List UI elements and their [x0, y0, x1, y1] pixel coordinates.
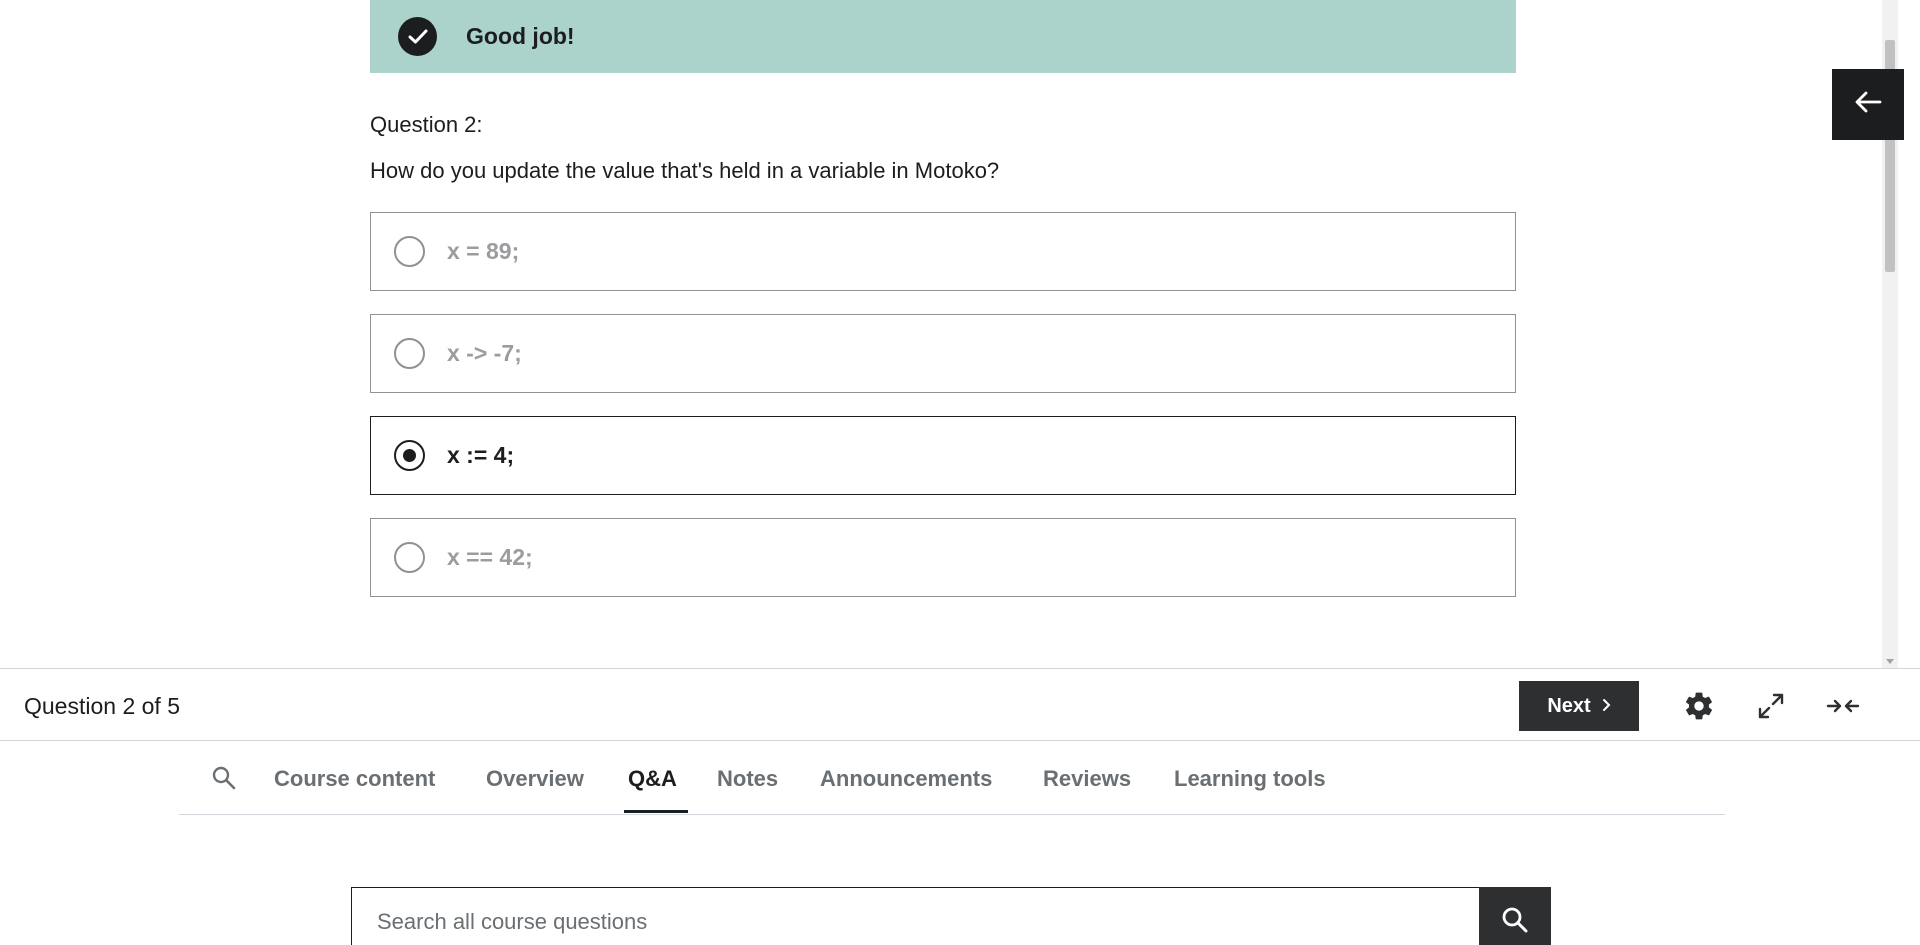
arrow-left-icon [1854, 90, 1882, 119]
tab-announcements[interactable]: Announcements [820, 766, 992, 792]
question-text: How do you update the value that's held … [370, 158, 1000, 183]
answer-label: x == 42; [447, 544, 533, 570]
answer-label: x -> -7; [447, 340, 522, 366]
radio-button[interactable] [394, 440, 425, 471]
answer-label: x = 89; [447, 238, 520, 264]
feedback-banner: Good job! [370, 0, 1516, 73]
gear-icon[interactable] [1680, 687, 1718, 725]
radio-button[interactable] [394, 542, 425, 573]
question-number: Question 2: [370, 112, 483, 137]
search-icon [1501, 906, 1529, 939]
active-tab-indicator [624, 810, 688, 813]
expand-icon[interactable] [1752, 687, 1790, 725]
check-icon [398, 17, 437, 56]
chevron-right-icon [1601, 695, 1611, 718]
qa-search-button[interactable] [1479, 887, 1551, 945]
answer-option-4[interactable]: x == 42; [370, 518, 1516, 597]
answer-option-3[interactable]: x := 4; [370, 416, 1516, 495]
radio-button[interactable] [394, 338, 425, 369]
tab-reviews[interactable]: Reviews [1043, 766, 1131, 792]
radio-button[interactable] [394, 236, 425, 267]
tab-course-content[interactable]: Course content [274, 766, 435, 792]
qa-search-box [351, 887, 1480, 945]
scroll-down-arrow[interactable] [1886, 659, 1894, 664]
tab-qa[interactable]: Q&A [628, 766, 677, 792]
tab-notes[interactable]: Notes [717, 766, 778, 792]
radio-selected-dot [403, 449, 416, 462]
answer-option-2[interactable]: x -> -7; [370, 314, 1516, 393]
collapse-icon[interactable] [1824, 687, 1862, 725]
control-bar: Question 2 of 5 Next [0, 668, 1920, 741]
qa-search-input[interactable] [377, 909, 1377, 935]
answer-option-1[interactable]: x = 89; [370, 212, 1516, 291]
next-button[interactable]: Next [1519, 681, 1639, 731]
sidebar-toggle-button[interactable] [1832, 69, 1904, 140]
tab-learning-tools[interactable]: Learning tools [1174, 766, 1326, 792]
quiz-area: Good job! Question 2: How do you update … [0, 0, 1882, 668]
feedback-message: Good job! [466, 23, 575, 49]
course-tabs: Course content Overview Q&A Notes Announ… [179, 741, 1725, 815]
next-label: Next [1547, 694, 1591, 717]
tab-overview[interactable]: Overview [486, 766, 584, 792]
question-progress: Question 2 of 5 [24, 693, 180, 719]
search-icon[interactable] [211, 765, 239, 793]
answer-label: x := 4; [447, 442, 515, 468]
